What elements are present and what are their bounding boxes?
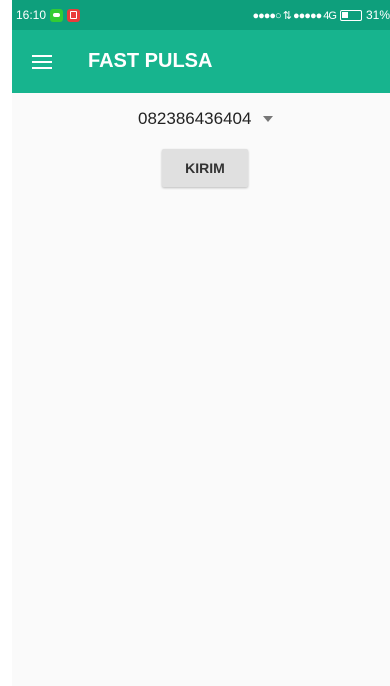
app-bar: FAST PULSA bbox=[12, 30, 390, 93]
battery-percent: 31% bbox=[365, 8, 390, 22]
battery-icon bbox=[339, 9, 362, 21]
status-time: 16:10 bbox=[16, 8, 47, 22]
phone-screen: 16:10 ●●●●○ ⇅ ●●●●● 4G 31% FAST PULSA 08… bbox=[12, 0, 390, 686]
selected-phone-number: 082386436404 bbox=[138, 109, 252, 128]
app-title: FAST PULSA bbox=[88, 50, 213, 72]
chat-notification-icon bbox=[50, 8, 64, 22]
status-bar: 16:10 ●●●●○ ⇅ ●●●●● 4G 31% bbox=[12, 0, 390, 30]
status-right: ●●●●○ ⇅ ●●●●● 4G 31% bbox=[252, 8, 390, 22]
menu-button[interactable] bbox=[12, 30, 72, 93]
status-left: 16:10 bbox=[16, 8, 81, 22]
dropdown-arrow-icon bbox=[263, 116, 274, 122]
music-notification-icon bbox=[67, 8, 81, 22]
main-content: 082386436404 KIRIM bbox=[12, 93, 390, 686]
send-button[interactable]: KIRIM bbox=[162, 149, 248, 187]
signal-indicator: ●●●●○ ⇅ ●●●●● 4G bbox=[252, 9, 336, 22]
hamburger-menu-icon bbox=[32, 54, 52, 69]
phone-number-dropdown[interactable]: 082386436404 bbox=[138, 105, 274, 133]
